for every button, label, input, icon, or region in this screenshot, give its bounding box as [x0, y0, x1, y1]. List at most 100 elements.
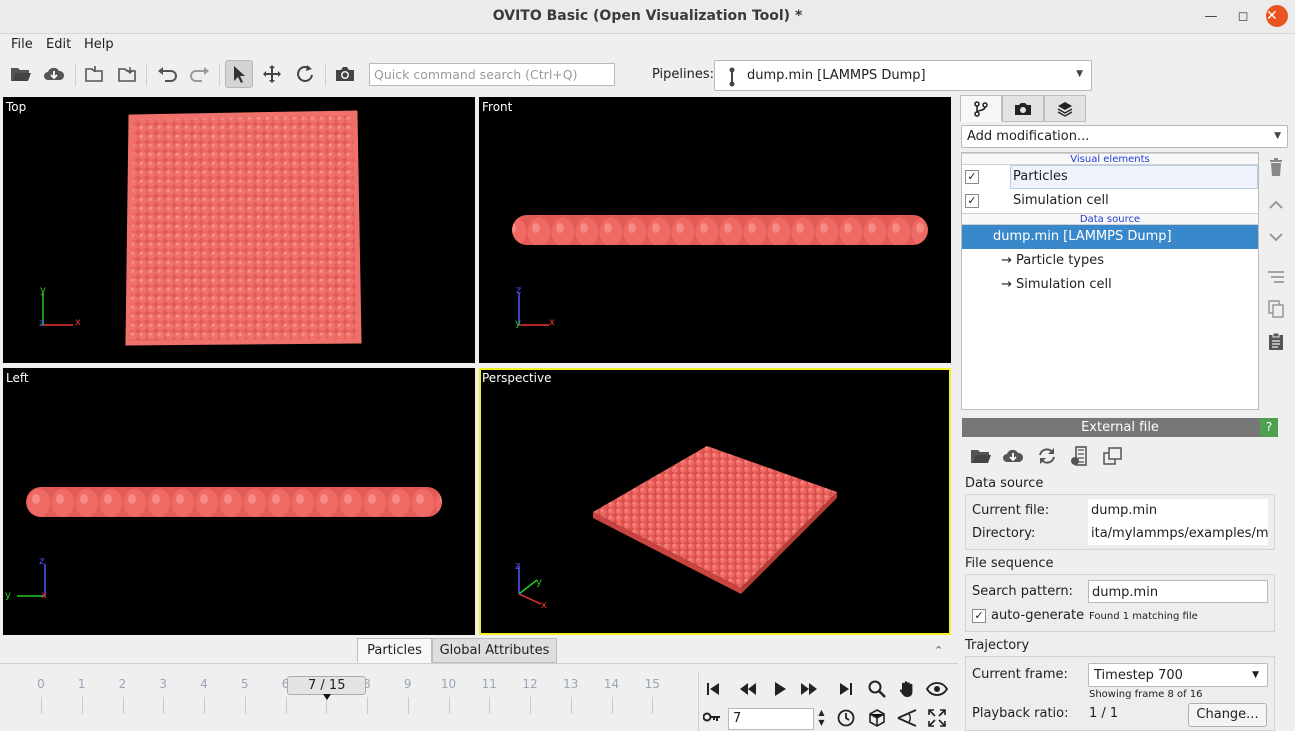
menu-help[interactable]: Help	[84, 37, 114, 52]
tab-particles[interactable]: Particles	[357, 638, 432, 663]
axis-y-label: y	[5, 590, 11, 601]
current-frame-dropdown[interactable]: Timestep 700 ▼	[1088, 663, 1268, 687]
frame-spinner-input[interactable]: 7	[728, 708, 814, 730]
load-session-button[interactable]	[80, 60, 108, 88]
jump-to-end-button[interactable]	[835, 680, 857, 698]
pick-local-file-button[interactable]	[968, 444, 994, 468]
load-remote-button[interactable]	[40, 60, 68, 88]
minimize-button[interactable]: —	[1200, 6, 1222, 28]
move-up-button[interactable]	[1264, 193, 1288, 217]
play-button[interactable]	[769, 680, 791, 698]
reload-file-button[interactable]	[1034, 444, 1060, 468]
tab-pipeline[interactable]	[960, 95, 1002, 122]
delete-modifier-button[interactable]	[1264, 155, 1288, 179]
pick-remote-file-button[interactable]	[1000, 444, 1026, 468]
time-slider-handle[interactable]: 7 / 15	[287, 676, 367, 695]
render-button[interactable]	[331, 60, 359, 88]
open-file-button[interactable]	[7, 60, 35, 88]
menu-bar: File Edit Help	[0, 34, 1295, 56]
redo-button[interactable]	[186, 60, 214, 88]
clipboard-icon	[1269, 332, 1283, 350]
tab-overlays[interactable]	[1044, 95, 1086, 122]
save-session-button[interactable]	[113, 60, 141, 88]
redo-icon	[190, 67, 209, 82]
undo-button[interactable]	[153, 60, 181, 88]
playback-ratio-label: Playback ratio:	[972, 706, 1069, 721]
skip-end-icon	[840, 683, 852, 695]
move-down-button[interactable]	[1264, 225, 1288, 249]
translate-mode-button[interactable]	[258, 60, 286, 88]
spinner-arrows[interactable]: ▲ ▼	[815, 708, 828, 730]
current-frame-label: Current frame:	[972, 667, 1068, 682]
cloud-download-icon	[1003, 449, 1024, 462]
copy-icon	[1268, 300, 1284, 318]
divider	[698, 672, 699, 731]
zoom-button[interactable]	[866, 680, 888, 698]
timeline-tick-label: 14	[603, 677, 620, 691]
timeline-tick-mark	[611, 697, 613, 714]
list-item-label: Particles	[1013, 169, 1068, 184]
timeline-tick-mark	[448, 697, 450, 714]
list-item-sim-cell-source[interactable]: → Simulation cell	[962, 273, 1258, 297]
maximize-button[interactable]: ◻	[1232, 6, 1254, 28]
selection-mode-button[interactable]	[225, 60, 253, 88]
expand-arrows-icon	[928, 709, 946, 727]
change-playback-button[interactable]: Change...	[1188, 703, 1267, 727]
matching-files-text: Found 1 matching file	[1089, 611, 1198, 622]
directory-label: Directory:	[972, 526, 1036, 541]
zoom-scene-extents-button[interactable]	[866, 709, 888, 727]
hand-icon	[899, 681, 913, 697]
current-frame-value: Timestep 700	[1094, 668, 1183, 683]
menu-edit[interactable]: Edit	[46, 37, 71, 52]
add-modification-dropdown[interactable]: Add modification... ▼	[961, 125, 1288, 148]
pan-button[interactable]	[896, 680, 918, 698]
particles-checkbox[interactable]: ✓	[965, 170, 979, 184]
current-file-value: dump.min	[1088, 499, 1268, 522]
list-item-particles[interactable]: ✓ Particles	[962, 165, 1258, 189]
help-button[interactable]: ?	[1260, 418, 1278, 437]
timeline-tick-label: 5	[240, 677, 249, 691]
field-of-view-icon	[897, 709, 917, 727]
quick-command-search-input[interactable]	[369, 63, 615, 86]
previous-frame-button[interactable]	[737, 680, 759, 698]
collapse-inspector-icon[interactable]: ⌃	[934, 644, 943, 657]
simulation-cell-checkbox[interactable]: ✓	[965, 194, 979, 208]
menu-file[interactable]: File	[11, 37, 33, 52]
cloud-download-icon	[44, 67, 65, 80]
jump-to-start-button[interactable]	[702, 680, 724, 698]
cube-icon	[869, 709, 885, 727]
title-bar: OVITO Basic (Open Visualization Tool) * …	[0, 0, 1295, 34]
viewport-left[interactable]: Left y z x	[3, 368, 475, 635]
pipelines-label: Pipelines:	[652, 67, 715, 82]
update-trajectory-button[interactable]	[1067, 444, 1093, 468]
list-item-particle-types[interactable]: → Particle types	[962, 249, 1258, 273]
viewport-front[interactable]: Front x z y	[479, 97, 951, 363]
paste-button[interactable]	[1264, 329, 1288, 353]
next-frame-button[interactable]	[798, 680, 820, 698]
pipeline-selector[interactable]: dump.min [LAMMPS Dump] ▼	[714, 60, 1092, 91]
timeline-tick-label: 12	[522, 677, 538, 691]
list-item-simulation-cell[interactable]: ✓ Simulation cell	[962, 189, 1258, 213]
manage-modifier-templates-button[interactable]	[1264, 265, 1288, 289]
close-button[interactable]: ✕	[1266, 5, 1288, 27]
viewport-top[interactable]: Top x y z	[3, 97, 475, 363]
rotate-icon	[297, 65, 313, 82]
rotate-mode-button[interactable]	[291, 60, 319, 88]
tab-render[interactable]	[1002, 95, 1044, 122]
fov-button[interactable]	[896, 709, 918, 727]
viewport-perspective[interactable]: Perspective x y z	[479, 368, 951, 635]
playback-ratio-value: 1 / 1	[1089, 706, 1119, 721]
tab-global-attributes[interactable]: Global Attributes	[432, 638, 557, 663]
duplicate-button[interactable]	[1264, 297, 1288, 321]
animation-settings-button[interactable]	[1100, 444, 1126, 468]
animation-settings-clock-button[interactable]	[835, 709, 857, 727]
timeline-tick-label: 10	[440, 677, 457, 691]
search-pattern-input[interactable]: dump.min	[1088, 580, 1268, 603]
axis-z-label: z	[515, 561, 521, 572]
pipeline-editor: Visual elements ✓ Particles ✓ Simulation…	[961, 152, 1259, 410]
orbit-button[interactable]	[926, 680, 948, 698]
auto-generate-checkbox[interactable]: ✓	[972, 609, 986, 623]
maximize-viewport-button[interactable]	[926, 709, 948, 727]
list-item-data-source[interactable]: dump.min [LAMMPS Dump]	[962, 225, 1258, 249]
list-item-label: dump.min [LAMMPS Dump]	[993, 229, 1172, 244]
